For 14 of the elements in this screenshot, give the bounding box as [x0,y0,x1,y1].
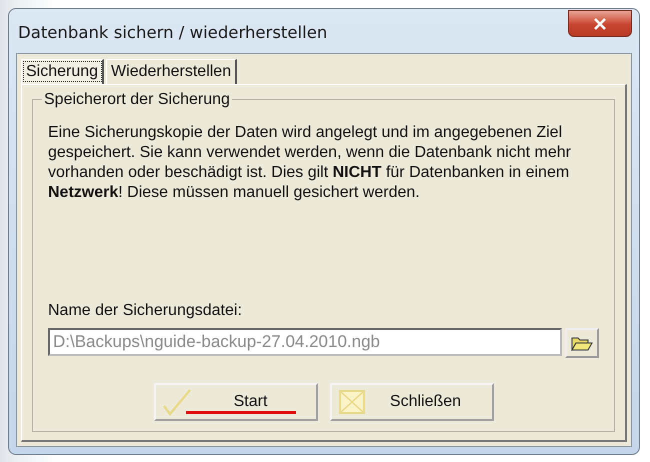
description-text: Eine Sicherungskopie der Daten wird angelegt und im angegebenen Ziel gespeichert. Sie kann verwendet werden, wenn die Datenbank nicht mehr vorhanden oder beschädigt ist. Dies gilt NICHT für Datenbanken in einem Netzwerk! Diese müssen manuell gesichert werden. [48,123,572,203]
close-dialog-button[interactable]: Schließen [330,383,494,421]
folder-icon [571,335,593,351]
tab[interactable]: Sicherung [21,59,104,84]
window-title: Datenbank sichern / wiederherstellen [18,23,328,42]
checkmark-icon [162,388,192,416]
tab[interactable]: Wiederherstellen [106,59,238,84]
group-title: Speicherort der Sicherung [42,91,232,109]
close-button[interactable] [568,10,632,37]
cross-box-icon [338,389,366,415]
browse-button[interactable] [565,328,599,358]
start-button[interactable]: Start [154,383,318,421]
field-label: Name der Sicherungsdatei: [48,302,243,320]
close-icon [593,18,607,30]
